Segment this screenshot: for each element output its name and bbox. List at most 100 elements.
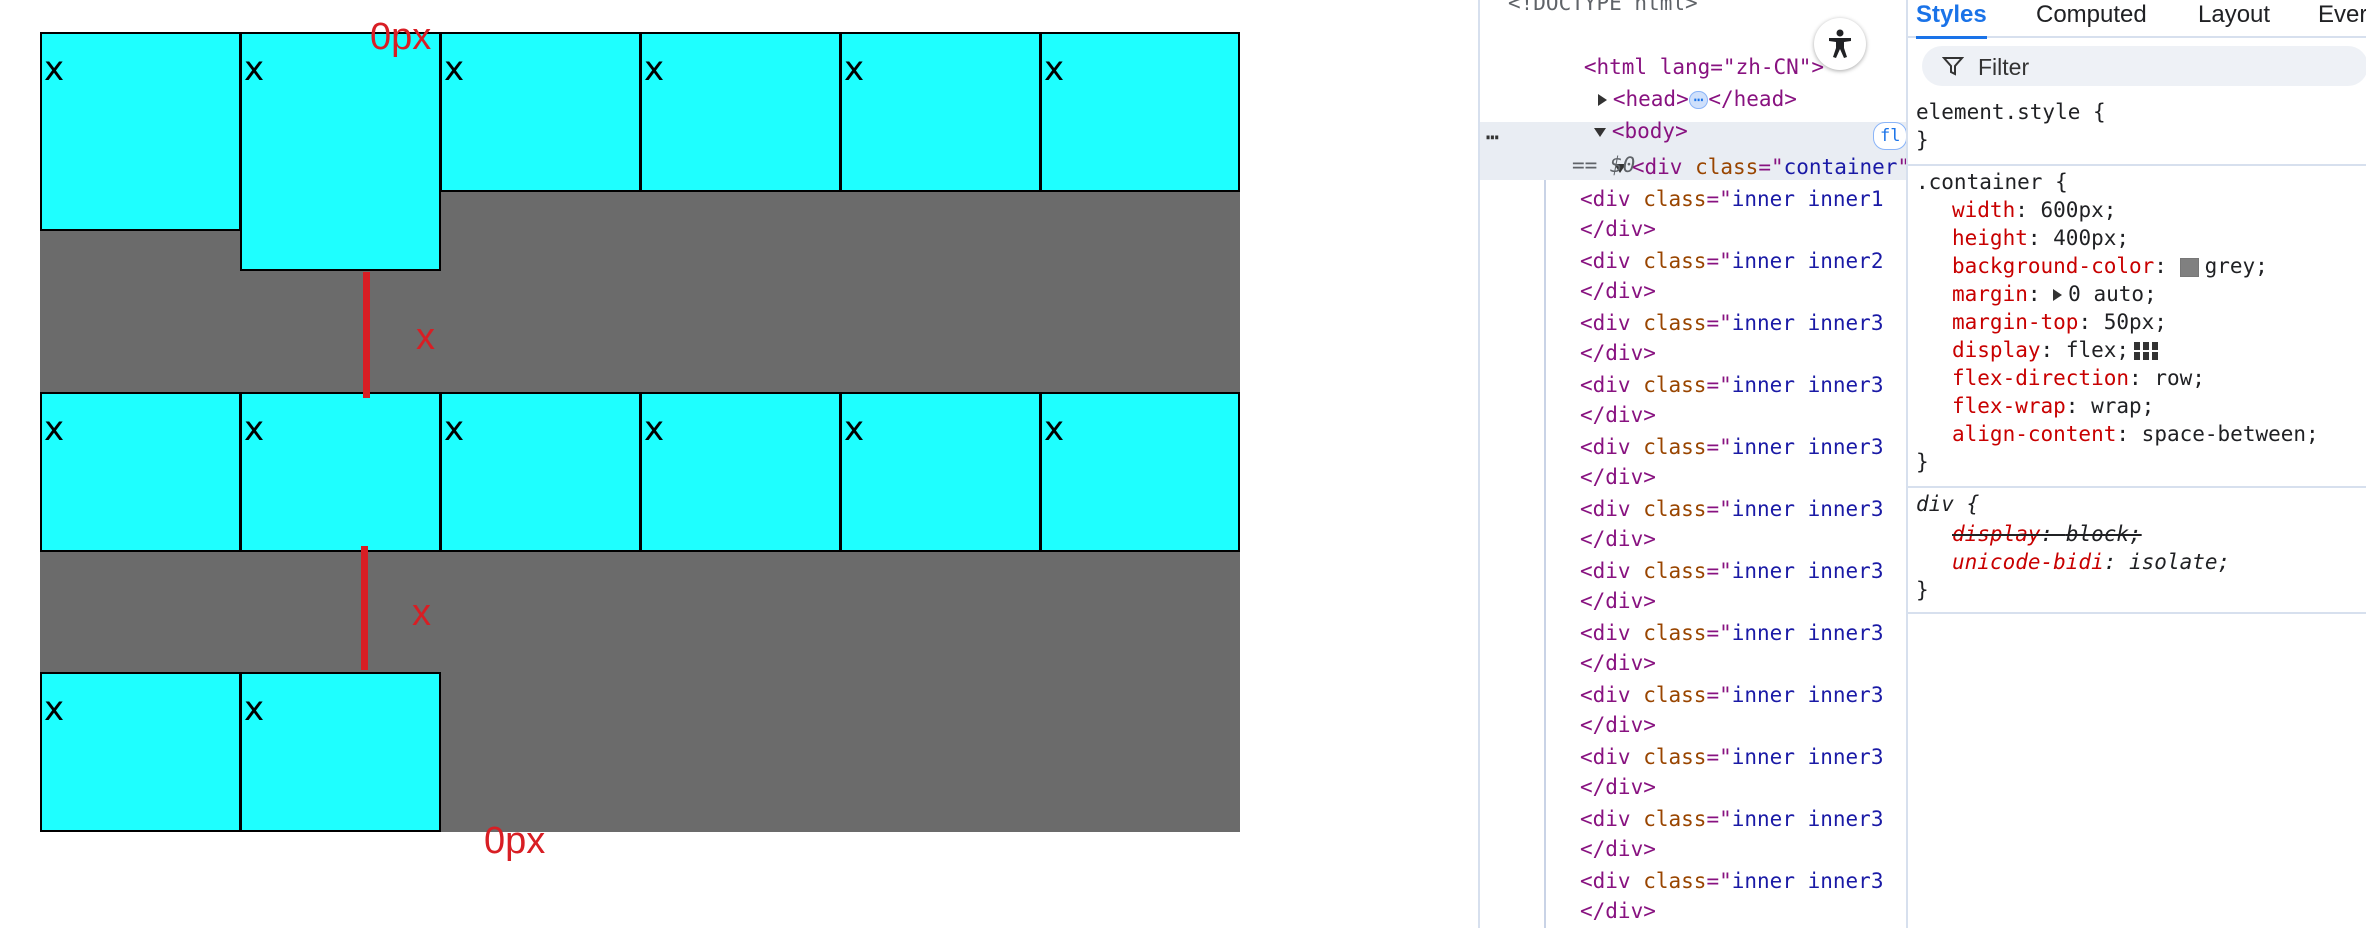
bottom-gap-annotation: 0px [484, 820, 546, 862]
inner-div-node[interactable]: <div class="inner inner1 [1580, 184, 1883, 214]
prop-value: isolate; [2129, 550, 2231, 574]
filter-icon [1942, 57, 1964, 76]
accessibility-button[interactable] [1814, 18, 1866, 70]
inner-div-close: </div> [1580, 651, 1656, 675]
flexbox-editor-icon[interactable] [2133, 340, 2159, 362]
more-options-icon[interactable]: ⋯ [1486, 122, 1499, 152]
flex-item: x [40, 672, 241, 832]
rule-divider [1908, 612, 2366, 614]
container-selector[interactable]: .container { [1916, 168, 2068, 196]
inner-class-value: inner inner3 [1731, 559, 1884, 583]
flex-item: x [240, 672, 441, 832]
inner-div-node[interactable]: <div class="inner inner3 [1580, 308, 1883, 338]
accessibility-icon [1829, 29, 1851, 58]
prop-value: space-between; [2141, 422, 2319, 446]
prop-width[interactable]: width: 600px; [1952, 196, 2116, 224]
prop-align-content[interactable]: align-content: space-between; [1952, 420, 2319, 448]
flex-item-label: x [644, 49, 665, 89]
prop-name: width [1952, 198, 2016, 222]
container-node[interactable]: <div class="container"> [1538, 122, 1906, 179]
inner-div-close: </div> [1580, 465, 1656, 489]
ellipsis-icon[interactable]: ⋯ [1688, 91, 1709, 109]
prop-value: grey; [2204, 254, 2268, 278]
prop-value: 50px; [2103, 310, 2167, 334]
flex-item: x [840, 32, 1041, 192]
prop-name: unicode-bidi [1952, 550, 2104, 574]
container-class-value: container [1783, 155, 1898, 179]
prop-flex-wrap[interactable]: flex-wrap: wrap; [1952, 392, 2154, 420]
tab-event-listeners[interactable]: Ever [2318, 0, 2366, 36]
flex-item: x [440, 392, 641, 552]
inner-div-close: </div> [1580, 341, 1656, 365]
inner-class-value: inner inner3 [1731, 435, 1884, 459]
close-brace: } [1916, 578, 1929, 602]
flex-item: x [1040, 32, 1240, 192]
close-brace: } [1916, 450, 1929, 474]
inner-div-node[interactable]: <div class="inner inner3 [1580, 866, 1883, 896]
expand-arrow-icon[interactable] [2053, 289, 2063, 301]
inner-div-node[interactable]: <div class="inner inner3 [1580, 680, 1883, 710]
inner-div-node[interactable]: <div class="inner inner2 [1580, 246, 1883, 276]
prop-name: flex-wrap [1952, 394, 2066, 418]
prop-display[interactable]: display: flex; [1952, 336, 2159, 364]
inner-class-value: inner inner3 [1731, 807, 1884, 831]
flex-item-label: x [844, 409, 865, 449]
filter-placeholder: Filter [1978, 54, 2030, 80]
prop-value: flex; [2065, 338, 2130, 362]
inner-div-node[interactable]: <div class="inner inner3 [1580, 742, 1883, 772]
tab-styles[interactable]: Styles [1916, 0, 1987, 39]
styles-filter-input[interactable]: Filter [1922, 46, 2366, 86]
dollar-zero-label: == $0 [1572, 153, 1636, 177]
inner-div-close: </div> [1580, 279, 1656, 303]
ua-prop-unicode-bidi: unicode-bidi: isolate; [1952, 550, 2231, 574]
div-selector[interactable]: div { [1916, 490, 1979, 518]
inner-div-close: </div> [1580, 403, 1656, 427]
body-node[interactable]: <body> [1518, 86, 1688, 143]
prop-margin-top[interactable]: margin-top: 50px; [1952, 308, 2167, 336]
prop-height[interactable]: height: 400px; [1952, 224, 2129, 252]
container-tag-name: div [1644, 155, 1683, 179]
doctype-node[interactable]: <!DOCTYPE html> [1508, 0, 1698, 18]
flex-badge[interactable]: fl [1873, 122, 1906, 150]
top-gap-annotation: 0px [370, 16, 432, 58]
prop-name: flex-direction [1952, 366, 2130, 390]
inner-class-value: inner inner3 [1731, 497, 1884, 521]
element-style-selector[interactable]: element.style { [1916, 98, 2106, 126]
gap2-annotation: x [412, 592, 431, 634]
inner-class-value: inner inner3 [1731, 745, 1884, 769]
prop-value: 0 auto; [2068, 282, 2157, 306]
prop-flex-direction[interactable]: flex-direction: row; [1952, 364, 2205, 392]
flex-item: x [1040, 392, 1240, 552]
tab-computed[interactable]: Computed [2036, 0, 2147, 36]
flex-item-label: x [444, 49, 465, 89]
flex-item: x [640, 32, 841, 192]
flex-item: x [40, 392, 241, 552]
prop-value: block; [2065, 522, 2142, 546]
inner-div-node[interactable]: <div class="inner inner3 [1580, 494, 1883, 524]
html-node[interactable]: <html lang="zh-CN"> [1508, 22, 1824, 79]
inner-div-node[interactable]: <div class="inner inner3 [1580, 370, 1883, 400]
inner-class-value: inner inner3 [1731, 869, 1884, 893]
inner-div-node[interactable]: <div class="inner inner3 [1580, 556, 1883, 586]
inner-class-value: inner inner3 [1731, 621, 1884, 645]
inner-div-node[interactable]: <div class="inner inner3 [1580, 618, 1883, 648]
head-node[interactable]: <head> ⋯ </head> [1522, 54, 1797, 111]
prop-name: align-content [1952, 422, 2117, 446]
close-brace: } [1916, 128, 1929, 152]
styles-tabbar: Styles Computed Layout Ever [1908, 0, 2366, 39]
flex-item-label: x [244, 49, 265, 89]
inner-div-close: </div> [1580, 899, 1656, 923]
gap1-annotation: x [416, 316, 435, 358]
flex-item-label: x [844, 49, 865, 89]
inner-div-node[interactable]: <div class="inner inner3 [1580, 432, 1883, 462]
flex-item-label: x [1044, 409, 1065, 449]
prop-margin[interactable]: margin: 0 auto; [1952, 280, 2157, 308]
flex-item-label: x [644, 409, 665, 449]
flex-item: x [40, 32, 241, 231]
tab-layout[interactable]: Layout [2198, 0, 2270, 36]
color-swatch-icon[interactable] [2179, 257, 2199, 277]
prop-background-color[interactable]: background-color: grey; [1952, 252, 2268, 280]
rule-divider [1908, 164, 2366, 166]
inner-div-node[interactable]: <div class="inner inner3 [1580, 804, 1883, 834]
prop-name: margin-top [1952, 310, 2079, 334]
